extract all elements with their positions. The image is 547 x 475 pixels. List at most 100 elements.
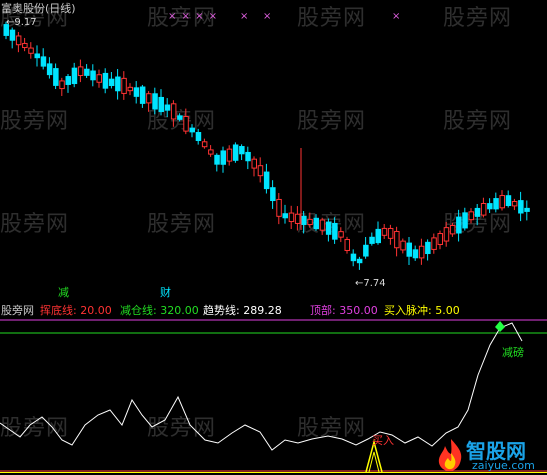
candle-body bbox=[152, 93, 158, 110]
candle-body bbox=[164, 104, 171, 111]
wealth-marker: 财 bbox=[160, 286, 171, 299]
candle-body bbox=[474, 207, 481, 217]
candle-body bbox=[245, 151, 251, 162]
candle-body bbox=[183, 115, 189, 132]
candle-body bbox=[115, 76, 121, 92]
chart-title: 富奥股份(日线) bbox=[1, 2, 76, 15]
trend-line bbox=[0, 322, 523, 451]
signal-reduce-label: 减磅 bbox=[502, 346, 524, 359]
candle-body bbox=[102, 72, 109, 89]
high-price-value: 9.17 bbox=[14, 17, 37, 28]
candle-body bbox=[400, 240, 406, 251]
high-price-label: ←9.17 bbox=[6, 17, 37, 28]
candle-body bbox=[387, 227, 394, 239]
candle-body bbox=[462, 212, 468, 229]
candle-body bbox=[158, 96, 164, 113]
candle-body bbox=[46, 63, 53, 76]
candle-body bbox=[431, 237, 437, 250]
top-mark: × bbox=[240, 11, 250, 22]
candle-body bbox=[15, 35, 22, 46]
candle-body bbox=[127, 86, 133, 92]
candle-body bbox=[226, 148, 233, 162]
candle-body bbox=[511, 201, 518, 207]
low-price-value: 7.74 bbox=[363, 278, 386, 289]
signal-buy-label: 买入 bbox=[372, 434, 394, 447]
candle-body bbox=[96, 74, 102, 83]
candle-body bbox=[133, 87, 140, 97]
candle-body bbox=[146, 93, 152, 104]
candle-body bbox=[412, 249, 419, 259]
candle-body bbox=[263, 171, 270, 190]
candle-body bbox=[208, 149, 214, 155]
candle-body bbox=[468, 211, 474, 221]
candle-body bbox=[418, 245, 425, 259]
candle-body bbox=[313, 217, 319, 230]
candle-body bbox=[28, 47, 34, 54]
candle-body bbox=[338, 231, 344, 238]
candle-body bbox=[65, 76, 71, 85]
top-mark: × bbox=[392, 11, 402, 22]
candle-body bbox=[214, 154, 220, 165]
site-logo: 智股网 zaiyue.com bbox=[434, 437, 547, 475]
low-price-label: ←7.74 bbox=[355, 278, 386, 289]
candle-body bbox=[294, 213, 301, 224]
candle-body bbox=[77, 66, 84, 77]
top-mark: × bbox=[263, 11, 273, 22]
candle-body bbox=[288, 212, 295, 223]
candle-body bbox=[239, 146, 245, 155]
candle-body bbox=[425, 241, 431, 255]
candle-body bbox=[518, 200, 524, 214]
candle-body bbox=[332, 222, 338, 240]
candle-body bbox=[524, 207, 530, 212]
flame-icon bbox=[438, 439, 462, 472]
candle-body bbox=[34, 53, 40, 59]
candle-body bbox=[381, 227, 388, 236]
candle-body bbox=[456, 216, 462, 234]
reduce-marker: 减 bbox=[58, 286, 69, 299]
candle-body bbox=[350, 253, 357, 262]
candle-body bbox=[480, 203, 487, 216]
candle-body bbox=[121, 77, 127, 94]
candle-body bbox=[406, 242, 412, 257]
candle-body bbox=[325, 221, 332, 235]
stock-chart-window: 股旁网 股旁网 股旁网 股旁网 股旁网 股旁网 股旁网 股旁网 股旁网 股旁网 … bbox=[0, 0, 547, 475]
candle-body bbox=[177, 115, 183, 120]
candle-body bbox=[201, 141, 208, 148]
candle-body bbox=[53, 68, 59, 86]
candle-body bbox=[108, 78, 115, 87]
candle-body bbox=[437, 233, 443, 245]
candle-body bbox=[90, 70, 96, 81]
candle-body bbox=[301, 215, 307, 225]
reduce-signal-marker bbox=[495, 321, 505, 332]
candle-body bbox=[22, 42, 28, 49]
candle-body bbox=[363, 244, 369, 257]
candle-body bbox=[394, 230, 400, 249]
candle-body bbox=[251, 158, 257, 169]
candle-body bbox=[9, 29, 16, 41]
candle-body bbox=[443, 227, 450, 242]
candle-body bbox=[189, 127, 195, 133]
candle-body bbox=[344, 239, 350, 251]
candle-body bbox=[449, 225, 456, 235]
candle-body bbox=[139, 86, 146, 104]
top-mark: × × × × bbox=[168, 11, 219, 22]
candle-body bbox=[195, 132, 202, 141]
candle-body bbox=[270, 187, 276, 202]
candle-body bbox=[356, 258, 363, 264]
candle-body bbox=[375, 228, 381, 244]
candle-body bbox=[232, 144, 239, 161]
candle-body bbox=[220, 150, 226, 165]
candlestick-chart bbox=[3, 21, 530, 270]
candle-body bbox=[493, 198, 499, 210]
candle-body bbox=[59, 80, 65, 90]
candle-body bbox=[276, 198, 282, 217]
candle-body bbox=[487, 203, 493, 210]
candle-body bbox=[257, 165, 264, 177]
candle-body bbox=[369, 236, 375, 244]
candle-body bbox=[307, 218, 313, 226]
logo-url: zaiyue.com bbox=[472, 459, 535, 472]
candle-body bbox=[282, 213, 288, 219]
candle-body bbox=[170, 103, 177, 120]
candle-body bbox=[499, 195, 505, 209]
candle-body bbox=[84, 68, 90, 76]
